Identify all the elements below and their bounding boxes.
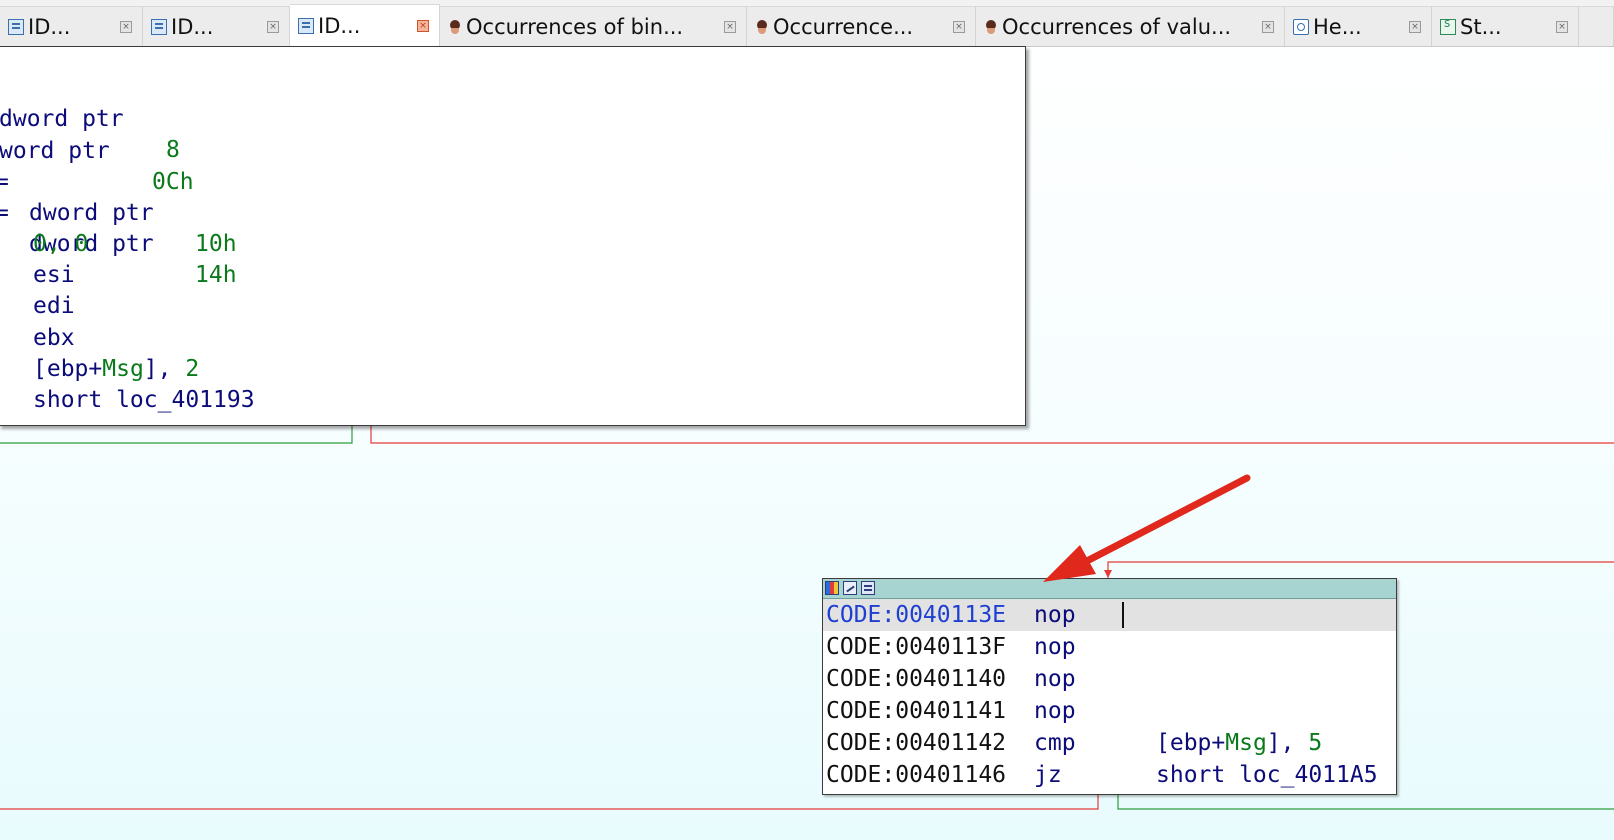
annotation-arrow bbox=[1043, 474, 1251, 582]
